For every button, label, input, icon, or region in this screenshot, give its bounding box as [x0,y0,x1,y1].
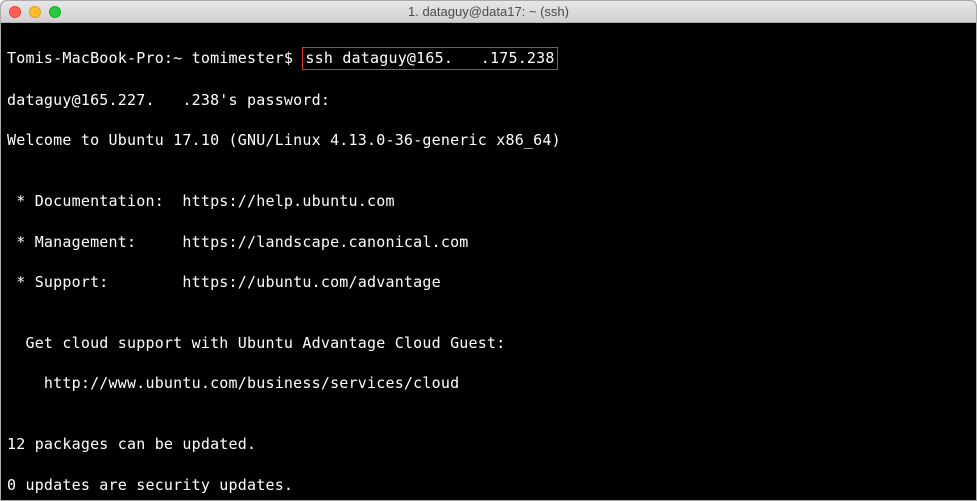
local-prompt: Tomis-MacBook-Pro:~ tomimester$ [7,49,302,67]
ssh-command-highlight: ssh dataguy@165. .175.238 [302,47,557,69]
terminal-line: * Documentation: https://help.ubuntu.com [7,191,970,211]
terminal-line: Get cloud support with Ubuntu Advantage … [7,333,970,353]
terminal-line: 12 packages can be updated. [7,434,970,454]
terminal-line: Tomis-MacBook-Pro:~ tomimester$ ssh data… [7,47,970,69]
window-title: 1. dataguy@data17: ~ (ssh) [1,4,976,19]
terminal-line: http://www.ubuntu.com/business/services/… [7,373,970,393]
traffic-lights [1,6,61,18]
terminal-line: 0 updates are security updates. [7,475,970,495]
maximize-icon[interactable] [49,6,61,18]
titlebar[interactable]: 1. dataguy@data17: ~ (ssh) [1,1,976,23]
terminal-line: Welcome to Ubuntu 17.10 (GNU/Linux 4.13.… [7,130,970,150]
minimize-icon[interactable] [29,6,41,18]
terminal-body[interactable]: Tomis-MacBook-Pro:~ tomimester$ ssh data… [1,23,976,500]
ssh-command: ssh dataguy@165. .175.238 [305,49,554,67]
close-icon[interactable] [9,6,21,18]
terminal-line: * Support: https://ubuntu.com/advantage [7,272,970,292]
terminal-window: 1. dataguy@data17: ~ (ssh) Tomis-MacBook… [0,0,977,501]
terminal-line: * Management: https://landscape.canonica… [7,232,970,252]
terminal-line: dataguy@165.227. .238's password: [7,90,970,110]
